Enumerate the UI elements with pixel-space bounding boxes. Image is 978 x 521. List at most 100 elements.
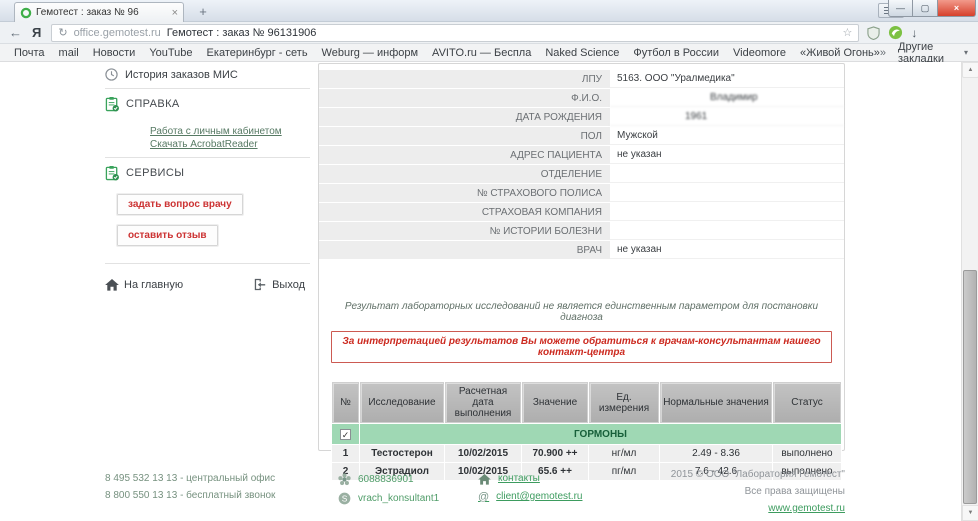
contacts-link-label: контакты	[498, 470, 540, 488]
tab-close-icon[interactable]: ×	[172, 7, 178, 19]
form-row: АДРЕС ПАЦИЕНТА не указан	[319, 146, 844, 164]
bookmark-item[interactable]: AVITO.ru — Беспла	[432, 47, 531, 59]
new-tab-button[interactable]: +	[192, 4, 214, 20]
at-icon: @	[478, 488, 489, 506]
footer-links: контакты @ client@gemotest.ru	[478, 470, 582, 506]
download-icon[interactable]: ↓	[911, 26, 917, 40]
url-input[interactable]: ↻ office.gemotest.ru Гемотест : заказ № …	[51, 24, 859, 42]
exit-icon	[253, 278, 267, 291]
field-value-birthdate: 1961	[610, 108, 844, 126]
scroll-down-icon[interactable]: ▼	[962, 505, 978, 521]
form-row: № ИСТОРИИ БОЛЕЗНИ	[319, 222, 844, 240]
field-label: СТРАХОВАЯ КОМПАНИЯ	[319, 203, 610, 221]
group-row: ✓ ГОРМОНЫ	[332, 424, 841, 444]
bookmark-item[interactable]: Почта	[14, 47, 45, 59]
sidebar: История заказов МИС СПРАВКА Работа с лич…	[105, 68, 310, 291]
bookmark-item[interactable]: mail	[59, 47, 79, 59]
field-label: ДАТА РОЖДЕНИЯ	[319, 108, 610, 126]
divider	[105, 88, 310, 89]
back-icon[interactable]: ←	[9, 25, 22, 40]
home-icon	[478, 474, 491, 485]
divider	[105, 157, 310, 158]
turbo-icon[interactable]	[888, 25, 903, 40]
skype-login[interactable]: vrach_konsultant1	[358, 489, 439, 508]
bookmarks-overflow-icon[interactable]: »	[880, 47, 886, 59]
field-label: № ИСТОРИИ БОЛЕЗНИ	[319, 222, 610, 240]
sidebar-item-history[interactable]: История заказов МИС	[105, 68, 310, 81]
col-header-unit: Ед. измерения	[589, 382, 659, 423]
logout-link[interactable]: Выход	[253, 278, 305, 291]
link-personal-cabinet[interactable]: Работа с личным кабинетом	[150, 126, 310, 137]
field-label: ОТДЕЛЕНИЕ	[319, 165, 610, 183]
contacts-link[interactable]: контакты	[478, 470, 582, 488]
field-label: АДРЕС ПАЦИЕНТА	[319, 146, 610, 164]
gemotest-site-link[interactable]: www.gemotest.ru	[768, 503, 845, 514]
col-header-date: Расчетная дата выполнения	[445, 382, 521, 423]
maximize-button[interactable]: ▢	[913, 0, 938, 17]
copyright-line2: Все права защищены	[671, 483, 845, 500]
close-button[interactable]: ×	[938, 0, 976, 17]
field-label: ВРАЧ	[319, 241, 610, 259]
field-label: Ф.И.О.	[319, 89, 610, 107]
cell-normal: 2.49 - 8.36	[660, 445, 772, 462]
form-row: ДАТА РОЖДЕНИЯ 1961	[319, 108, 844, 126]
other-bookmarks-button[interactable]: Другие закладки	[898, 41, 956, 65]
refresh-icon[interactable]: ↻	[58, 26, 67, 39]
browser-tab[interactable]: Гемотест : заказ № 96 ×	[14, 2, 184, 22]
lab-disclaimer-text: Результат лабораторных исследований не я…	[319, 301, 844, 323]
field-value-doctor: не указан	[610, 241, 844, 259]
address-bar: ← Я ↻ office.gemotest.ru Гемотест : зака…	[0, 22, 978, 44]
form-row: Ф.И.О. Владимир	[319, 89, 844, 107]
title-bar: Гемотест : заказ № 96 × + — ▢ ×	[0, 0, 978, 22]
yandex-logo[interactable]: Я	[32, 25, 41, 40]
bookmark-item[interactable]: Футбол в России	[633, 47, 719, 59]
home-icon	[105, 279, 119, 291]
sidebar-services-label: СЕРВИСЫ	[126, 167, 184, 179]
email-link[interactable]: @ client@gemotest.ru	[478, 488, 582, 506]
scroll-up-icon[interactable]: ▲	[962, 62, 978, 78]
field-label: ПОЛ	[319, 127, 610, 145]
cell-num: 1	[332, 445, 359, 462]
group-checkbox[interactable]: ✓	[340, 429, 351, 440]
field-value-sex: Мужской	[610, 127, 844, 145]
shield-icon[interactable]	[867, 26, 880, 40]
url-domain: office.gemotest.ru	[74, 27, 161, 39]
bookmark-item[interactable]: YouTube	[149, 47, 192, 59]
clipboard-check-icon	[105, 165, 120, 181]
minimize-button[interactable]: —	[888, 0, 913, 17]
bookmark-item[interactable]: Naked Science	[545, 47, 619, 59]
form-row: № СТРАХОВОГО ПОЛИСА	[319, 184, 844, 202]
col-header-test: Исследование	[360, 382, 444, 423]
bookmark-item[interactable]: Weburg — информ	[322, 47, 419, 59]
form-row: ОТДЕЛЕНИЕ	[319, 165, 844, 183]
sidebar-section-help[interactable]: СПРАВКА	[105, 96, 310, 112]
clipboard-check-icon	[105, 96, 120, 112]
svg-text:S: S	[342, 494, 348, 504]
field-value-address: не указан	[610, 146, 844, 164]
ask-doctor-button[interactable]: задать вопрос врачу	[117, 194, 243, 215]
order-details-panel: ЛПУ 5163. ООО "Уралмедика" Ф.И.О. Владим…	[318, 63, 845, 451]
cell-date: 10/02/2015	[445, 445, 521, 462]
phone-central-office: 8 495 532 13 13 - центральный офис	[105, 470, 275, 487]
home-link-label: На главную	[124, 279, 183, 291]
field-value-fio: Владимир	[610, 89, 844, 107]
cell-unit: нг/мл	[589, 445, 659, 462]
footer-phones: 8 495 532 13 13 - центральный офис 8 800…	[105, 470, 275, 504]
home-link[interactable]: На главную	[105, 279, 183, 291]
bookmark-item[interactable]: Екатеринбург - сеть	[207, 47, 308, 59]
form-row: СТРАХОВАЯ КОМПАНИЯ	[319, 203, 844, 221]
sidebar-section-services[interactable]: СЕРВИСЫ	[105, 165, 310, 181]
bookmark-star-icon[interactable]: ☆	[842, 26, 852, 39]
scrollbar-thumb[interactable]	[963, 270, 977, 504]
icq-flower-icon	[338, 473, 351, 486]
bookmark-item[interactable]: Videomore	[733, 47, 786, 59]
bookmark-item[interactable]: «Живой Огонь»	[800, 47, 880, 59]
bookmark-item[interactable]: Новости	[93, 47, 136, 59]
cell-value: 70.900 ++	[522, 445, 588, 462]
url-page-title: Гемотест : заказ № 96131906	[167, 27, 317, 39]
footer-messengers: 6088836901 S vrach_konsultant1	[338, 470, 439, 508]
vertical-scrollbar[interactable]: ▲ ▼	[961, 62, 978, 521]
leave-feedback-button[interactable]: оставить отзыв	[117, 225, 218, 246]
table-row: 1 Тестостерон 10/02/2015 70.900 ++ нг/мл…	[332, 445, 841, 462]
link-acrobat-reader[interactable]: Скачать AcrobatReader	[150, 139, 310, 150]
